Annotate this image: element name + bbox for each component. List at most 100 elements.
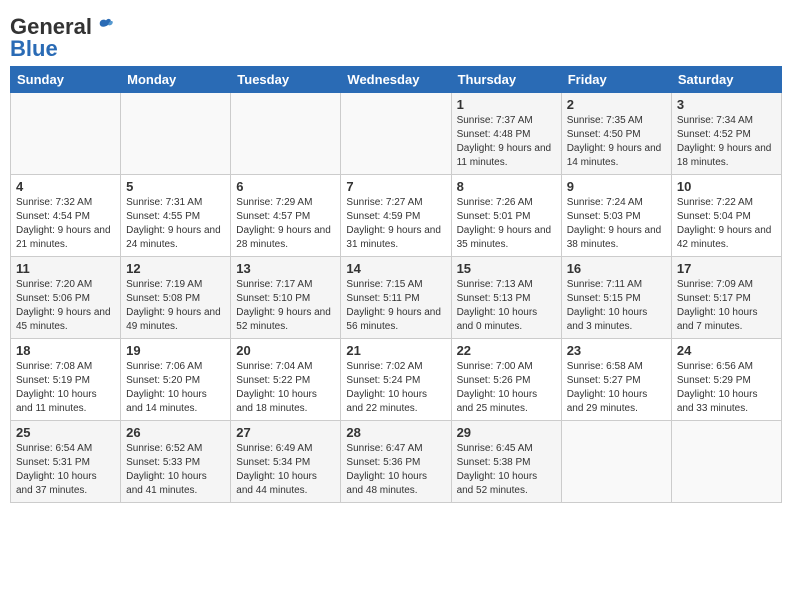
column-header-thursday: Thursday [451, 67, 561, 93]
calendar-cell: 3Sunrise: 7:34 AM Sunset: 4:52 PM Daylig… [671, 93, 781, 175]
calendar-header-row: SundayMondayTuesdayWednesdayThursdayFrid… [11, 67, 782, 93]
day-info: Sunrise: 7:00 AM Sunset: 5:26 PM Dayligh… [457, 360, 556, 416]
day-number: 9 [567, 179, 666, 194]
logo-blue-text: Blue [10, 38, 58, 60]
calendar-week-3: 11 Sunrise: 7:20 AM Sunset: 5:06 PM Dayli… [11, 257, 782, 339]
day-number: 17 [677, 261, 776, 276]
day-number: 1 [457, 97, 556, 112]
calendar-cell: 10 Sunrise: 7:22 AM Sunset: 5:04 PM Dayli… [671, 175, 781, 257]
calendar-week-4: 18Sunrise: 7:08 AM Sunset: 5:19 PM Dayli… [11, 339, 782, 421]
day-info: Sunrise: 7:27 AM Sunset: 4:59 PM Dayligh… [346, 196, 445, 252]
calendar-cell: 14 Sunrise: 7:15 AM Sunset: 5:11 PM Dayli… [341, 257, 451, 339]
day-info: Sunrise: 7:20 AM Sunset: 5:06 PM Dayligh… [16, 278, 115, 334]
day-info: Sunrise: 7:29 AM Sunset: 4:57 PM Dayligh… [236, 196, 335, 252]
day-number: 6 [236, 179, 335, 194]
calendar-cell: 1 Sunrise: 7:37 AM Sunset: 4:48 PM Daylig… [451, 93, 561, 175]
day-info: Sunrise: 6:56 AM Sunset: 5:29 PM Dayligh… [677, 360, 776, 416]
calendar-cell: 21Sunrise: 7:02 AM Sunset: 5:24 PM Dayli… [341, 339, 451, 421]
calendar-table: SundayMondayTuesdayWednesdayThursdayFrid… [10, 66, 782, 503]
day-number: 28 [346, 425, 445, 440]
calendar-cell: 2 Sunrise: 7:35 AM Sunset: 4:50 PM Daylig… [561, 93, 671, 175]
calendar-cell: 11 Sunrise: 7:20 AM Sunset: 5:06 PM Dayli… [11, 257, 121, 339]
day-info: Sunrise: 7:13 AM Sunset: 5:13 PM Dayligh… [457, 278, 556, 334]
day-number: 26 [126, 425, 225, 440]
calendar-cell [671, 421, 781, 503]
calendar-cell: 20 Sunrise: 7:04 AM Sunset: 5:22 PM Dayli… [231, 339, 341, 421]
calendar-cell: 17 Sunrise: 7:09 AM Sunset: 5:17 PM Dayli… [671, 257, 781, 339]
calendar-cell: 5 Sunrise: 7:31 AM Sunset: 4:55 PM Daylig… [121, 175, 231, 257]
day-number: 7 [346, 179, 445, 194]
calendar-cell: 16 Sunrise: 7:11 AM Sunset: 5:15 PM Dayli… [561, 257, 671, 339]
calendar-cell: 18Sunrise: 7:08 AM Sunset: 5:19 PM Dayli… [11, 339, 121, 421]
day-number: 2 [567, 97, 666, 112]
day-info: Sunrise: 7:35 AM Sunset: 4:50 PM Dayligh… [567, 114, 666, 170]
day-number: 20 [236, 343, 335, 358]
calendar-cell: 9Sunrise: 7:24 AM Sunset: 5:03 PM Daylig… [561, 175, 671, 257]
day-number: 8 [457, 179, 556, 194]
day-info: Sunrise: 7:04 AM Sunset: 5:22 PM Dayligh… [236, 360, 335, 416]
day-info: Sunrise: 7:19 AM Sunset: 5:08 PM Dayligh… [126, 278, 225, 334]
day-number: 4 [16, 179, 115, 194]
day-number: 27 [236, 425, 335, 440]
calendar-cell: 24 Sunrise: 6:56 AM Sunset: 5:29 PM Dayli… [671, 339, 781, 421]
day-info: Sunrise: 7:06 AM Sunset: 5:20 PM Dayligh… [126, 360, 225, 416]
day-info: Sunrise: 7:08 AM Sunset: 5:19 PM Dayligh… [16, 360, 115, 416]
day-info: Sunrise: 7:17 AM Sunset: 5:10 PM Dayligh… [236, 278, 335, 334]
calendar-cell: 22 Sunrise: 7:00 AM Sunset: 5:26 PM Dayli… [451, 339, 561, 421]
calendar-cell: 25Sunrise: 6:54 AM Sunset: 5:31 PM Dayli… [11, 421, 121, 503]
day-number: 11 [16, 261, 115, 276]
day-info: Sunrise: 7:32 AM Sunset: 4:54 PM Dayligh… [16, 196, 115, 252]
day-number: 29 [457, 425, 556, 440]
logo-general-text: General [10, 16, 92, 38]
calendar-cell: 8 Sunrise: 7:26 AM Sunset: 5:01 PM Daylig… [451, 175, 561, 257]
day-info: Sunrise: 7:22 AM Sunset: 5:04 PM Dayligh… [677, 196, 776, 252]
calendar-cell: 23 Sunrise: 6:58 AM Sunset: 5:27 PM Dayli… [561, 339, 671, 421]
column-header-sunday: Sunday [11, 67, 121, 93]
day-info: Sunrise: 7:34 AM Sunset: 4:52 PM Dayligh… [677, 114, 776, 170]
calendar-cell: 12 Sunrise: 7:19 AM Sunset: 5:08 PM Dayli… [121, 257, 231, 339]
day-number: 12 [126, 261, 225, 276]
calendar-cell [231, 93, 341, 175]
day-number: 10 [677, 179, 776, 194]
column-header-friday: Friday [561, 67, 671, 93]
calendar-cell: 13 Sunrise: 7:17 AM Sunset: 5:10 PM Dayli… [231, 257, 341, 339]
day-info: Sunrise: 6:47 AM Sunset: 5:36 PM Dayligh… [346, 442, 445, 498]
day-info: Sunrise: 7:37 AM Sunset: 4:48 PM Dayligh… [457, 114, 556, 170]
day-info: Sunrise: 7:26 AM Sunset: 5:01 PM Dayligh… [457, 196, 556, 252]
day-info: Sunrise: 6:45 AM Sunset: 5:38 PM Dayligh… [457, 442, 556, 498]
calendar-cell: 15Sunrise: 7:13 AM Sunset: 5:13 PM Dayli… [451, 257, 561, 339]
day-number: 14 [346, 261, 445, 276]
day-number: 23 [567, 343, 666, 358]
calendar-cell [121, 93, 231, 175]
calendar-cell: 7 Sunrise: 7:27 AM Sunset: 4:59 PM Daylig… [341, 175, 451, 257]
calendar-cell: 26 Sunrise: 6:52 AM Sunset: 5:33 PM Dayli… [121, 421, 231, 503]
calendar-cell [561, 421, 671, 503]
calendar-cell: 29 Sunrise: 6:45 AM Sunset: 5:38 PM Dayli… [451, 421, 561, 503]
column-header-saturday: Saturday [671, 67, 781, 93]
day-info: Sunrise: 6:58 AM Sunset: 5:27 PM Dayligh… [567, 360, 666, 416]
day-number: 19 [126, 343, 225, 358]
day-number: 22 [457, 343, 556, 358]
day-number: 25 [16, 425, 115, 440]
day-info: Sunrise: 6:52 AM Sunset: 5:33 PM Dayligh… [126, 442, 225, 498]
day-info: Sunrise: 7:02 AM Sunset: 5:24 PM Dayligh… [346, 360, 445, 416]
logo: General Blue [10, 16, 116, 60]
logo-bird-icon [96, 17, 116, 37]
day-info: Sunrise: 6:49 AM Sunset: 5:34 PM Dayligh… [236, 442, 335, 498]
calendar-week-5: 25Sunrise: 6:54 AM Sunset: 5:31 PM Dayli… [11, 421, 782, 503]
day-number: 5 [126, 179, 225, 194]
day-info: Sunrise: 7:11 AM Sunset: 5:15 PM Dayligh… [567, 278, 666, 334]
column-header-monday: Monday [121, 67, 231, 93]
day-info: Sunrise: 7:09 AM Sunset: 5:17 PM Dayligh… [677, 278, 776, 334]
calendar-cell [341, 93, 451, 175]
calendar-cell [11, 93, 121, 175]
day-number: 13 [236, 261, 335, 276]
day-info: Sunrise: 7:31 AM Sunset: 4:55 PM Dayligh… [126, 196, 225, 252]
day-info: Sunrise: 7:15 AM Sunset: 5:11 PM Dayligh… [346, 278, 445, 334]
calendar-cell: 6 Sunrise: 7:29 AM Sunset: 4:57 PM Daylig… [231, 175, 341, 257]
calendar-cell: 4 Sunrise: 7:32 AM Sunset: 4:54 PM Daylig… [11, 175, 121, 257]
day-number: 24 [677, 343, 776, 358]
day-number: 16 [567, 261, 666, 276]
calendar-week-1: 1 Sunrise: 7:37 AM Sunset: 4:48 PM Daylig… [11, 93, 782, 175]
calendar-cell: 28 Sunrise: 6:47 AM Sunset: 5:36 PM Dayli… [341, 421, 451, 503]
